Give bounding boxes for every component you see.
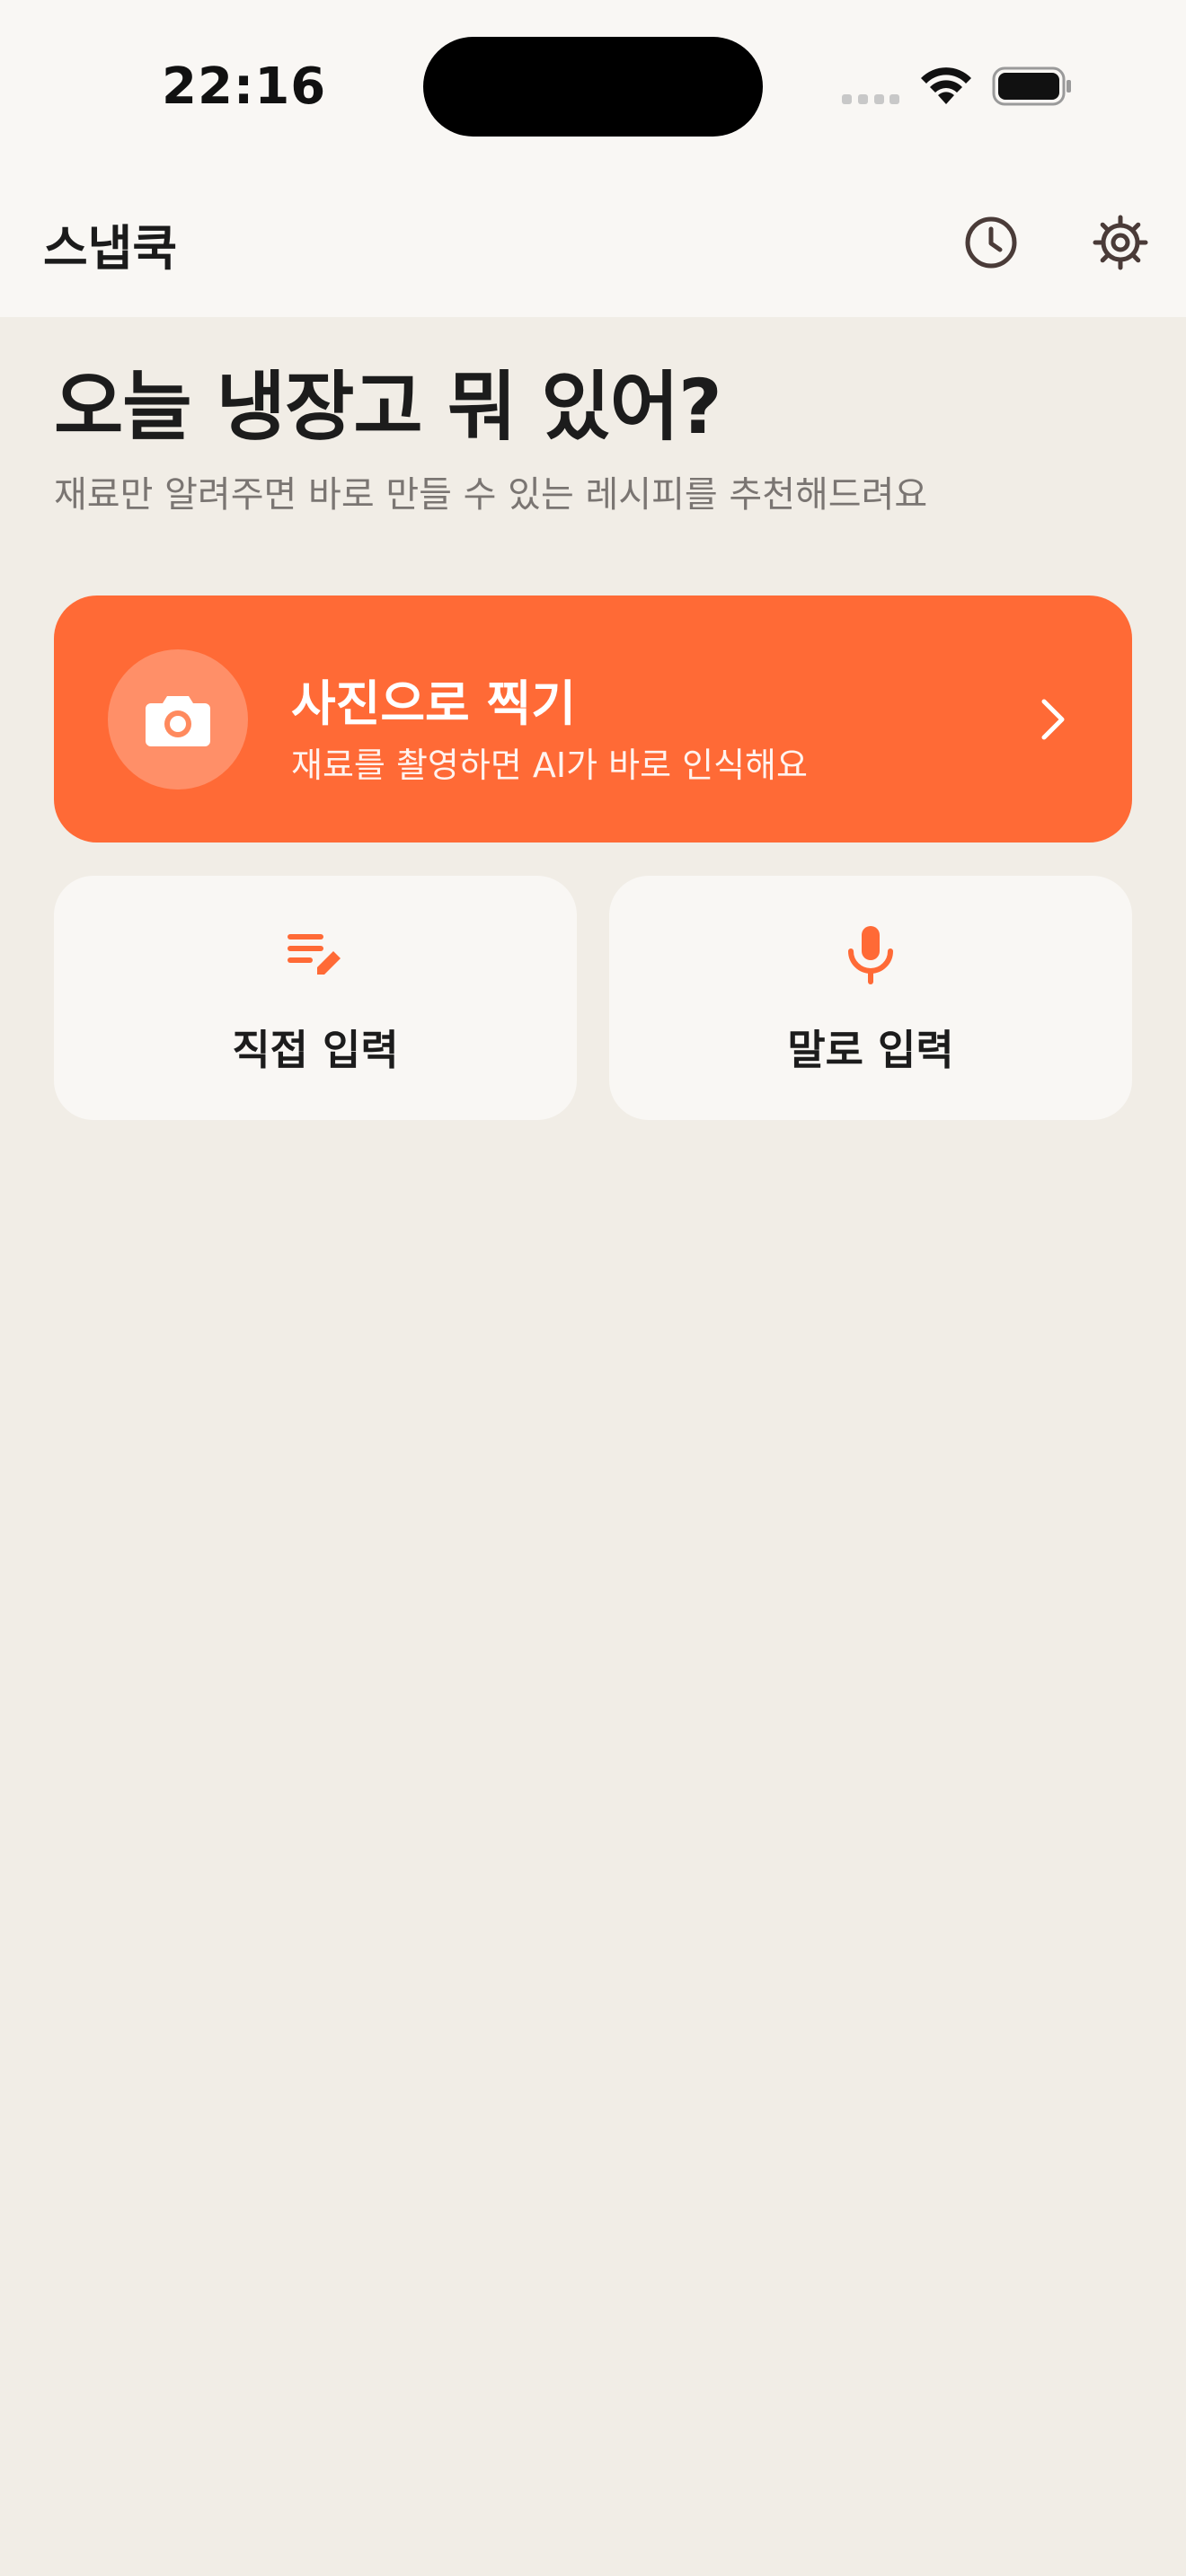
settings-button[interactable] xyxy=(1088,210,1153,275)
camera-icon-badge xyxy=(108,649,248,790)
history-button[interactable] xyxy=(959,210,1023,275)
photo-capture-subtitle: 재료를 촬영하면 AI가 바로 인식해요 xyxy=(291,745,808,785)
photo-capture-button[interactable]: 사진으로 찍기 재료를 촬영하면 AI가 바로 인식해요 xyxy=(54,595,1132,842)
page-headline: 오늘 냉장고 뭐 있어? xyxy=(54,363,722,451)
manual-input-button[interactable]: 직접 입력 xyxy=(54,876,577,1120)
voice-input-button[interactable]: 말로 입력 xyxy=(609,876,1132,1120)
clock-icon xyxy=(965,216,1017,269)
chevron-right-icon xyxy=(1041,699,1065,740)
photo-capture-title: 사진으로 찍기 xyxy=(291,675,576,732)
page-subheadline: 재료만 알려주면 바로 만들 수 있는 레시피를 추천해드려요 xyxy=(54,474,928,516)
microphone-icon xyxy=(848,926,893,984)
status-time: 22:16 xyxy=(162,57,327,116)
wifi-icon xyxy=(921,67,971,104)
app-title: 스냅쿡 xyxy=(43,220,178,277)
battery-icon xyxy=(992,66,1071,106)
camera-icon xyxy=(146,696,210,746)
gear-icon xyxy=(1093,215,1148,270)
manual-input-label: 직접 입력 xyxy=(232,1026,399,1074)
voice-input-label: 말로 입력 xyxy=(787,1026,954,1074)
dynamic-island xyxy=(423,37,763,137)
edit-list-icon xyxy=(288,934,341,975)
cellular-signal-icon xyxy=(842,94,899,105)
